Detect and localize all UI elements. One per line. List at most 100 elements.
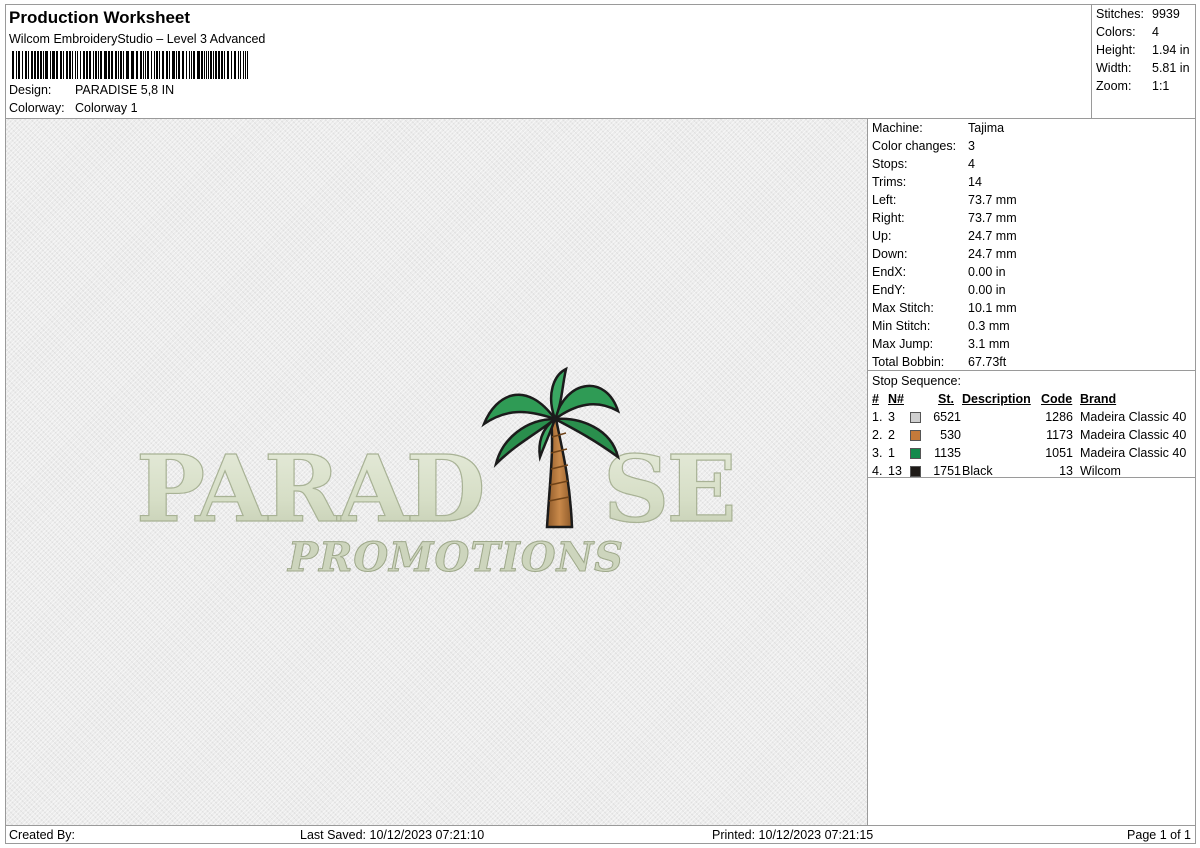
barcode-bar	[247, 51, 248, 79]
machine-info-value: 67.73ft	[968, 355, 1007, 369]
paradise-letters: PARAD SE	[135, 434, 737, 543]
height-label: Height:	[1096, 43, 1136, 57]
stop-thread-code: 1286	[1045, 410, 1073, 424]
col-header-brand: Brand	[1080, 392, 1117, 406]
col-header-index: #	[872, 392, 879, 406]
machine-info-label: Right:	[872, 211, 905, 225]
created-by: Created By:	[9, 828, 76, 842]
barcode-bar	[154, 51, 155, 79]
barcode-bar	[118, 51, 119, 79]
machine-info-row: Max Jump: 3.1 mm	[872, 337, 1010, 351]
machine-info-label: Total Bobbin:	[872, 355, 945, 369]
stop-index: 1.	[872, 410, 883, 424]
stop-stitch-count: 6521	[933, 410, 961, 424]
stop-needle: 1	[888, 446, 895, 460]
machine-info-value: 0.00 in	[968, 265, 1006, 279]
barcode-bar	[131, 51, 134, 79]
stop-index: 2.	[872, 428, 883, 442]
barcode-bar	[186, 51, 187, 79]
barcode-bar	[136, 51, 138, 79]
summary-stitches: Stitches: 9939	[1096, 7, 1180, 21]
barcode-bar	[37, 51, 39, 79]
barcode-bar	[159, 51, 160, 79]
width-label: Width:	[1096, 61, 1132, 75]
design-canvas: PARAD SE PROMOTIONS	[6, 119, 868, 825]
colorway-label: Colorway:	[9, 101, 65, 115]
machine-info-row: EndY: 0.00 in	[872, 283, 1006, 297]
barcode-bar	[213, 51, 214, 79]
barcode-bar	[40, 51, 42, 79]
machine-info-value: 0.3 mm	[968, 319, 1010, 333]
colors-value: 4	[1152, 25, 1159, 39]
machine-info-row: Stops: 4	[872, 157, 975, 171]
barcode-bar	[178, 51, 180, 79]
thread-color-swatch	[910, 448, 921, 459]
barcode-bar	[176, 51, 177, 79]
machine-info-panel: Machine: Tajima Color changes: 3 Stops: 4 Trim…	[868, 119, 1195, 371]
machine-info-value: 73.7 mm	[968, 193, 1017, 207]
barcode-bar	[143, 51, 144, 79]
barcode-bar	[145, 51, 146, 79]
machine-info-row: Trims: 14	[872, 175, 982, 189]
stop-stitch-count: 530	[940, 428, 961, 442]
production-worksheet: Production Worksheet Wilcom EmbroiderySt…	[5, 4, 1196, 844]
design-label: Design:	[9, 83, 52, 97]
paradise-text-left: PARAD	[136, 435, 483, 543]
stop-stitch-count: 1135	[934, 446, 961, 460]
barcode-bar	[140, 51, 142, 79]
barcode-bar	[240, 51, 241, 79]
barcode-bar	[245, 51, 246, 79]
barcode-bar	[31, 51, 33, 79]
barcode-bar	[18, 51, 20, 79]
zoom-label: Zoom:	[1096, 79, 1132, 93]
thread-color-swatch	[910, 466, 921, 477]
col-header-needle: N#	[888, 392, 904, 406]
barcode-bar	[95, 51, 97, 79]
stitches-label: Stitches:	[1096, 7, 1144, 21]
barcode-bar	[22, 51, 23, 79]
machine-info-row: Min Stitch: 0.3 mm	[872, 319, 1010, 333]
software-subtitle: Wilcom EmbroideryStudio – Level 3 Advanc…	[9, 32, 266, 46]
barcode-bar	[50, 51, 51, 79]
design-row: Design: PARADISE 5,8 IN	[9, 83, 174, 97]
barcode-bar	[34, 51, 36, 79]
machine-info-label: EndX:	[872, 265, 907, 279]
machine-info-row: EndX: 0.00 in	[872, 265, 1006, 279]
barcode-bar	[115, 51, 117, 79]
stop-needle: 2	[888, 428, 895, 442]
barcode-bar	[12, 51, 14, 79]
barcode-bar	[126, 51, 129, 79]
machine-info-value: 4	[968, 157, 975, 171]
stop-index: 3.	[872, 446, 883, 460]
barcode-bar	[104, 51, 107, 79]
barcode-bar	[208, 51, 209, 79]
machine-info-label: Max Stitch:	[872, 301, 934, 315]
stop-sequence-panel: Stop Sequence: # N# St. Description Code…	[868, 371, 1195, 478]
machine-info-value: 0.00 in	[968, 283, 1006, 297]
barcode-bar	[93, 51, 94, 79]
barcode-bar	[77, 51, 78, 79]
stitches-value: 9939	[1152, 7, 1180, 21]
barcode-bar	[98, 51, 99, 79]
machine-info-label: Left:	[872, 193, 897, 207]
barcode-bar	[45, 51, 48, 79]
barcode-bar	[80, 51, 81, 79]
barcode-bar	[206, 51, 207, 79]
barcode-bar	[147, 51, 149, 79]
machine-info-label: Down:	[872, 247, 908, 261]
col-header-code: Code	[1041, 392, 1073, 406]
barcode-bar	[221, 51, 223, 79]
palm-tree-icon	[481, 366, 621, 529]
barcode-bar	[204, 51, 205, 79]
machine-info-value: 3	[968, 139, 975, 153]
stop-index: 4.	[872, 464, 883, 478]
machine-info-label: Stops:	[872, 157, 908, 171]
barcode-bar	[28, 51, 29, 79]
barcode-bar	[120, 51, 122, 79]
thread-color-swatch	[910, 430, 921, 441]
col-header-description: Description	[962, 392, 1031, 406]
barcode-bar	[172, 51, 175, 79]
page-number: Page 1 of 1	[1127, 828, 1191, 842]
machine-info-value: 3.1 mm	[968, 337, 1010, 351]
barcode-bar	[151, 51, 152, 79]
